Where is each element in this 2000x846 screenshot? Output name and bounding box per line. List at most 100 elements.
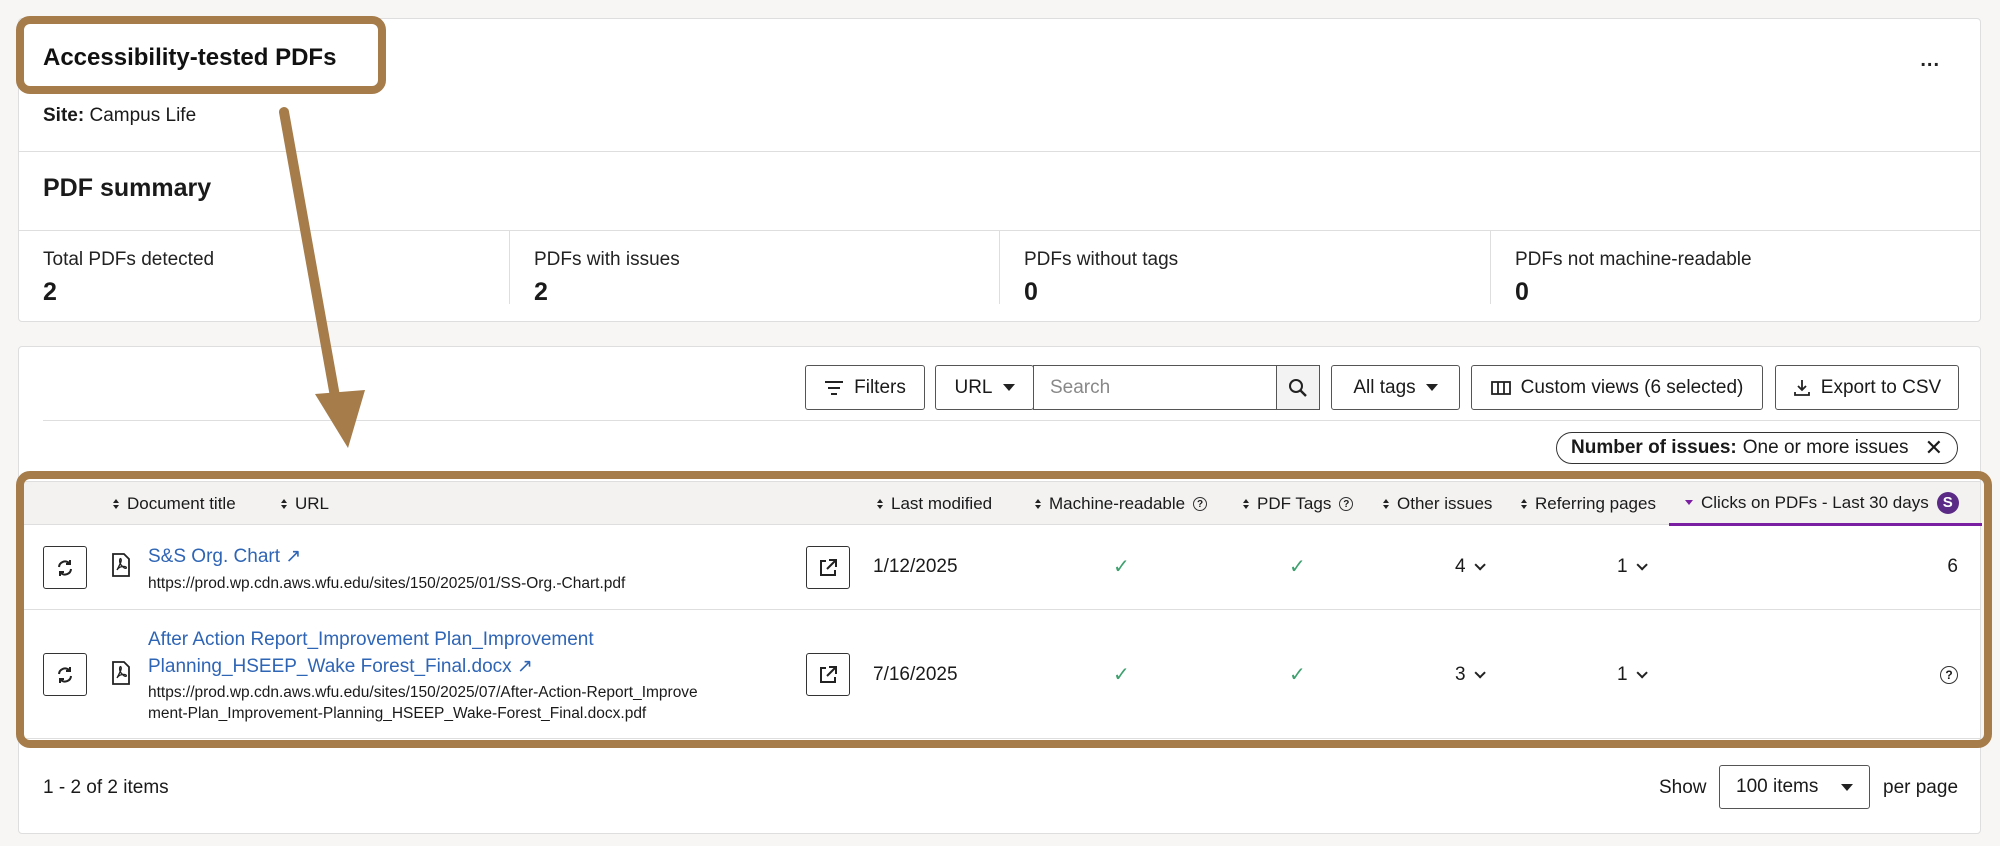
stat-pdfs-with-issues: PDFs with issues 2: [510, 231, 1000, 306]
check-icon: ✓: [1113, 556, 1130, 578]
site-value: Campus Life: [89, 105, 197, 126]
filter-chip-label: Number of issues:: [1571, 437, 1737, 458]
column-label: PDF Tags: [1257, 494, 1332, 513]
stat-pdfs-not-machine-readable: PDFs not machine-readable 0: [1491, 231, 1981, 306]
chevron-down-icon: [1474, 667, 1486, 679]
refresh-icon: [58, 559, 72, 576]
table-row: S&S Org. Chart ↗ https://prod.wp.cdn.aws…: [19, 525, 1980, 610]
badge-s: S: [1936, 491, 1959, 514]
pagination-count: 1 - 2 of 2 items: [43, 777, 169, 798]
document-url: ment-Plan_Improvement-Planning_HSEEP_Wak…: [148, 705, 647, 722]
columns-icon: [1490, 380, 1511, 395]
other-issues-toggle[interactable]: 3: [1455, 664, 1486, 686]
column-label: Referring pages: [1535, 494, 1656, 513]
referring-pages-count: 1: [1617, 556, 1628, 577]
clicks-count: 6: [1947, 556, 1958, 577]
search-input[interactable]: [1033, 365, 1277, 410]
filters-button[interactable]: Filters: [805, 365, 925, 410]
filters-label: Filters: [854, 376, 906, 398]
page-size-select[interactable]: 100 items: [1719, 765, 1870, 809]
stat-pdfs-without-tags: PDFs without tags 0: [1000, 231, 1491, 306]
pdf-file-icon: [112, 661, 130, 685]
stat-value: 0: [1515, 278, 1529, 306]
referring-pages-toggle[interactable]: 1: [1617, 664, 1648, 686]
column-clicks[interactable]: Clicks on PDFs - Last 30 days S: [1669, 482, 1982, 526]
filter-chip-value: One or more issues: [1742, 437, 1909, 458]
close-icon[interactable]: ✕: [1925, 437, 1943, 459]
column-label: Document title: [127, 494, 236, 513]
search-button[interactable]: [1276, 365, 1320, 410]
sort-icon: [1035, 499, 1041, 509]
last-modified: 7/16/2025: [873, 664, 958, 685]
chevron-down-icon: [1636, 559, 1648, 571]
export-csv-button[interactable]: Export to CSV: [1775, 365, 1959, 410]
check-icon: ✓: [1289, 664, 1306, 686]
stat-total-pdfs: Total PDFs detected 2: [19, 231, 510, 306]
url-select[interactable]: URL: [935, 365, 1034, 410]
chevron-down-icon: [1841, 783, 1853, 791]
custom-views-button[interactable]: Custom views (6 selected): [1471, 365, 1763, 410]
column-machine-readable[interactable]: Machine-readable ?: [1035, 482, 1208, 526]
other-issues-toggle[interactable]: 4: [1455, 556, 1486, 578]
summary-card: Accessibility-tested PDFs ... Site: Camp…: [18, 18, 1981, 322]
chevron-down-icon: [1636, 667, 1648, 679]
column-pdf-tags[interactable]: PDF Tags ?: [1243, 482, 1354, 526]
section-title: PDF summary: [43, 174, 212, 202]
column-document-title[interactable]: Document title: [113, 482, 236, 526]
more-options-button[interactable]: ...: [1920, 50, 1940, 70]
table-row: After Action Report_Improvement Plan_Imp…: [19, 610, 1980, 739]
column-referring-pages[interactable]: Referring pages: [1521, 482, 1656, 526]
sort-icon: [877, 499, 883, 509]
divider: [19, 151, 1980, 152]
divider: [43, 420, 1980, 421]
referring-pages-toggle[interactable]: 1: [1617, 556, 1648, 578]
document-title-link[interactable]: Planning_HSEEP_Wake Forest_Final.docx ↗: [148, 653, 533, 680]
help-icon[interactable]: ?: [1193, 497, 1208, 511]
column-url[interactable]: URL: [281, 482, 329, 526]
document-url: https://prod.wp.cdn.aws.wfu.edu/sites/15…: [148, 575, 626, 592]
column-last-modified[interactable]: Last modified: [877, 482, 992, 526]
column-label: Other issues: [1397, 494, 1493, 513]
refresh-icon: [58, 666, 72, 683]
stat-label: Total PDFs detected: [43, 249, 215, 270]
tags-select[interactable]: All tags: [1331, 365, 1460, 410]
stat-label: PDFs not machine-readable: [1515, 249, 1752, 270]
rescan-button[interactable]: [43, 546, 87, 589]
search-icon: [1289, 378, 1307, 397]
pdf-table-card: Filters URL All tags Custom views (6 sel…: [18, 346, 1982, 834]
column-other-issues[interactable]: Other issues: [1383, 482, 1492, 526]
custom-views-label: Custom views (6 selected): [1520, 376, 1744, 398]
download-icon: [1793, 379, 1810, 396]
show-label: Show: [1659, 777, 1707, 798]
document-title-link[interactable]: S&S Org. Chart ↗: [148, 543, 301, 570]
column-label: Last modified: [891, 494, 993, 513]
open-external-button[interactable]: [806, 546, 850, 589]
document-url: https://prod.wp.cdn.aws.wfu.edu/sites/15…: [148, 684, 698, 701]
url-select-label: URL: [954, 376, 993, 398]
column-label: URL: [295, 494, 330, 513]
rescan-button[interactable]: [43, 653, 87, 696]
sort-icon: [1521, 499, 1527, 509]
stat-value: 2: [534, 278, 548, 306]
chevron-down-icon: [1425, 384, 1438, 391]
other-issues-count: 4: [1455, 556, 1466, 577]
table-header: Document title URL Last modified Machine…: [19, 481, 1982, 526]
document-title-link[interactable]: After Action Report_Improvement Plan_Imp…: [148, 626, 594, 653]
sort-desc-icon: [1685, 500, 1693, 505]
open-external-button[interactable]: [806, 653, 850, 696]
column-label: Clicks on PDFs - Last 30 days: [1701, 492, 1929, 512]
help-icon[interactable]: ?: [1940, 666, 1958, 684]
check-icon: ✓: [1289, 556, 1306, 578]
external-link-icon: [820, 558, 837, 576]
chevron-down-icon: [1002, 384, 1015, 391]
other-issues-count: 3: [1455, 664, 1466, 685]
page-title: Accessibility-tested PDFs: [43, 44, 337, 71]
help-icon[interactable]: ?: [1339, 497, 1354, 511]
check-icon: ✓: [1113, 664, 1130, 686]
active-filter-chip: Number of issues: One or more issues ✕: [1556, 432, 1958, 464]
stat-label: PDFs with issues: [534, 249, 680, 270]
export-label: Export to CSV: [1820, 376, 1942, 398]
last-modified: 1/12/2025: [873, 556, 958, 577]
pdf-file-icon: [112, 553, 130, 577]
external-link-icon: [820, 665, 837, 683]
